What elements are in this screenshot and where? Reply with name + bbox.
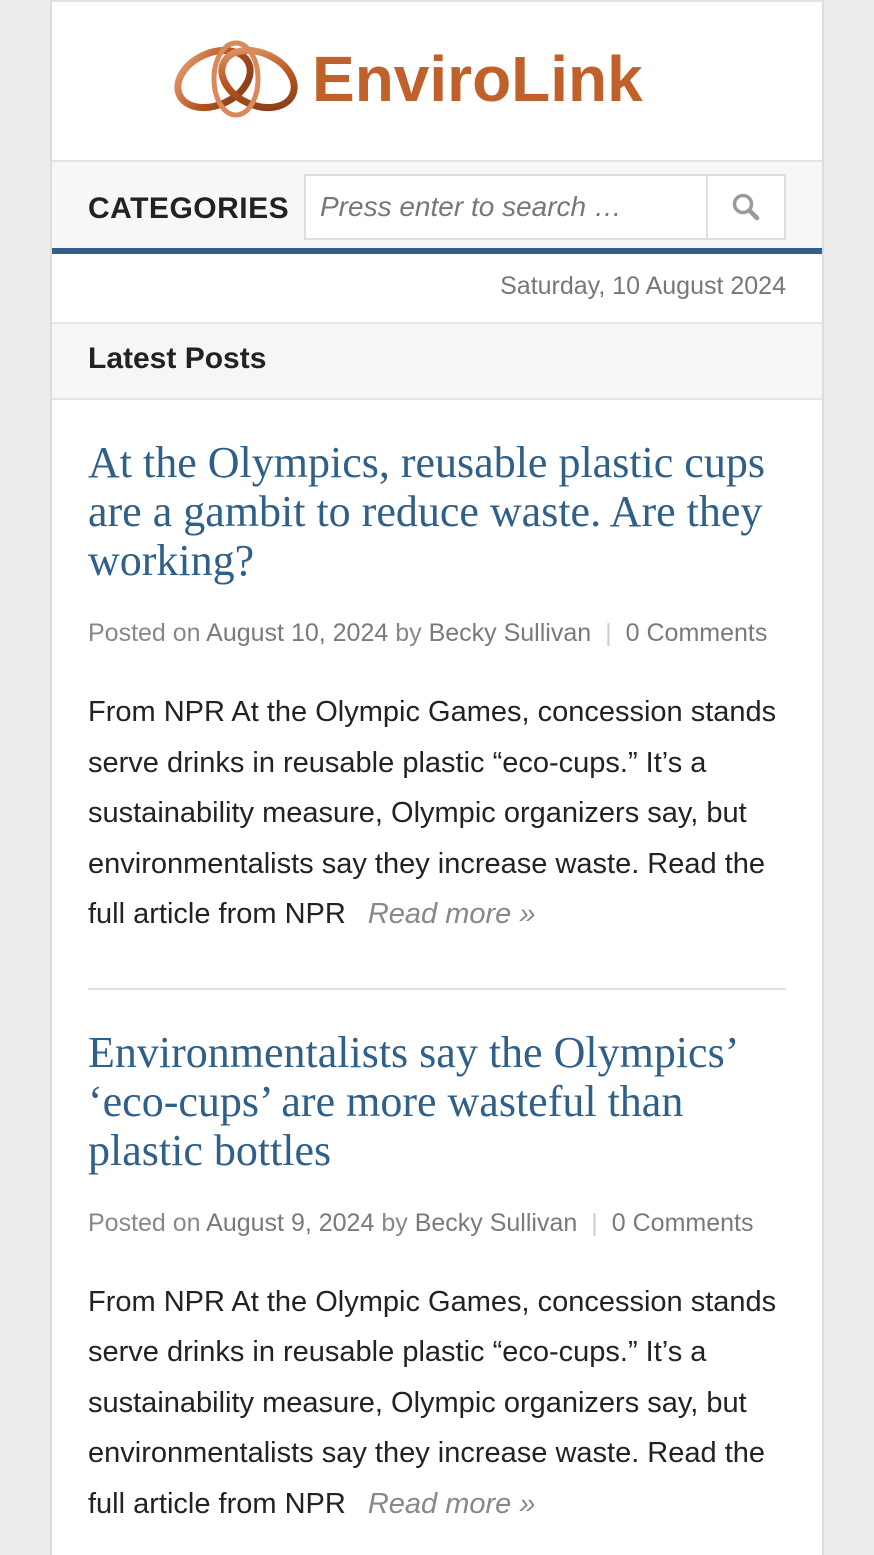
section-header: Latest Posts [52,324,822,400]
site-logo[interactable]: EnviroLink [170,36,643,122]
by-label: by [381,1208,408,1237]
infinity-logo-icon [174,40,298,118]
read-more-link[interactable]: Read more » [368,1488,536,1520]
nav-bar: CATEGORIES [52,162,822,254]
logo-text: EnviroLink [312,43,643,115]
excerpt-text: From NPR At the Olympic Games, concessio… [88,1285,777,1520]
post-item: Environmentalists say the Olympics’ ‘eco… [88,987,786,1530]
meta-separator: | [591,1208,598,1237]
post-list: At the Olympics, reusable plastic cups a… [52,400,822,1529]
post-excerpt: From NPR At the Olympic Games, concessio… [88,687,786,940]
post-meta: Posted on August 9, 2024 by Becky Sulliv… [88,1203,786,1243]
post-excerpt: From NPR At the Olympic Games, concessio… [88,1277,786,1530]
post-title-link[interactable]: At the Olympics, reusable plastic cups a… [88,438,786,585]
date-bar: Saturday, 10 August 2024 [52,254,822,324]
posted-on-label: Posted on [88,1208,201,1237]
search-button[interactable] [706,176,784,238]
search-icon [732,193,760,221]
meta-separator: | [605,619,612,647]
site-header: EnviroLink [52,0,822,162]
page-container: EnviroLink CATEGORIES Saturday, 10 Augus… [50,0,824,1555]
by-label: by [395,619,422,647]
read-more-link[interactable]: Read more » [368,898,536,930]
author-link[interactable]: Becky Sullivan [415,1209,578,1237]
categories-menu[interactable]: CATEGORIES [88,192,289,226]
post-meta: Posted on August 10, 2024 by Becky Sulli… [88,613,786,653]
section-title: Latest Posts [88,342,267,375]
current-date: Saturday, 10 August 2024 [500,272,786,300]
search-form [304,174,786,240]
post-date-link[interactable]: August 10, 2024 [206,619,388,647]
post-date-link[interactable]: August 9, 2024 [206,1209,374,1237]
post-title-link[interactable]: Environmentalists say the Olympics’ ‘eco… [88,1028,786,1175]
post-item: At the Olympics, reusable plastic cups a… [88,400,786,940]
author-link[interactable]: Becky Sullivan [429,619,592,647]
excerpt-text: From NPR At the Olympic Games, concessio… [88,696,777,930]
comments-link[interactable]: 0 Comments [626,619,768,647]
search-input[interactable] [306,176,706,238]
comments-link[interactable]: 0 Comments [612,1209,754,1237]
posted-on-label: Posted on [88,619,201,647]
